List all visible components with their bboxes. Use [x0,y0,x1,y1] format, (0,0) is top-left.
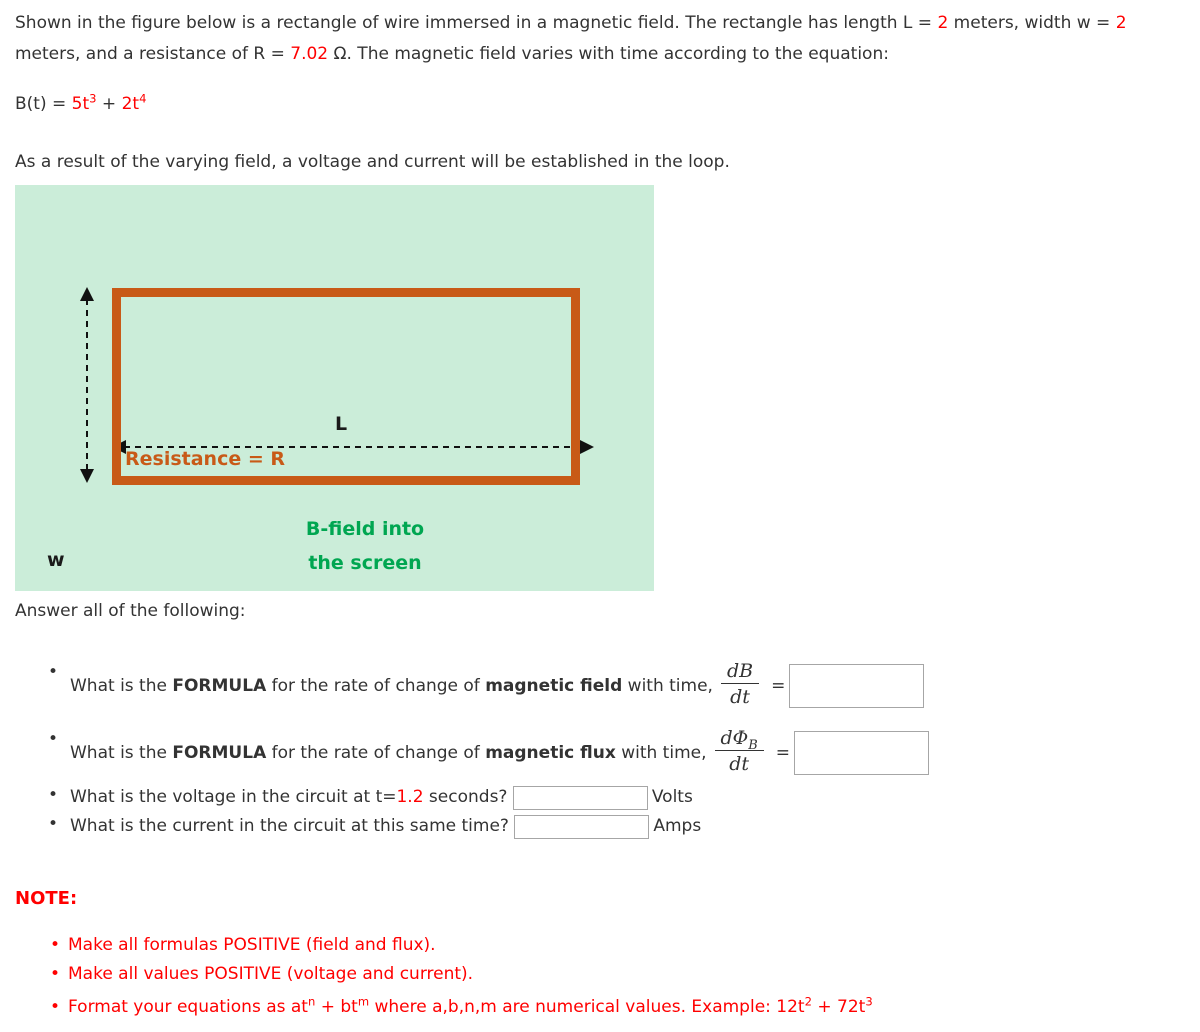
current-unit-label: Amps [653,816,702,836]
note-format-text-1: Format your equations as at [68,997,308,1017]
width-label: w [47,549,65,571]
q3-time-value: 1.2 [396,787,424,807]
magnetic-flux-formula-input[interactable] [793,731,929,775]
dPhiB-dt-denominator: dt [729,753,750,775]
note-format-exp-2: m [357,994,370,1009]
equation-term2-exponent: 4 [139,91,147,106]
dB-dt-fraction: dB dt [720,660,760,708]
dPhi-symbol: dΦ [720,727,749,749]
intro-text-part3: meters, and a resistance of R = [15,44,291,64]
result-statement: As a result of the varying field, a volt… [15,152,730,172]
dPhiB-dt-fraction: dΦB dt [714,727,764,775]
question-voltage: What is the voltage in the circuit at t=… [48,785,693,810]
equation-term1-exponent: 3 [89,91,97,106]
equation-plus-sign: + [96,94,122,114]
voltage-unit-label: Volts [651,787,693,807]
resistance-value: 7.02 [290,44,329,64]
intro-text-part1: Shown in the figure below is a rectangle… [15,13,938,33]
answer-intro: Answer all of the following: [15,601,246,621]
q1-text-2: for the rate of change of [266,676,486,696]
width-dimension-arrow [80,287,94,483]
question-current: What is the current in the circuit at th… [48,814,702,839]
note-bullet-formulas-positive: Make all formulas POSITIVE (field and fl… [50,935,436,955]
dB-dt-numerator: dB [720,660,760,684]
q1-equals-sign: = [771,676,786,696]
q1-text-1: What is the [70,676,173,696]
note-format-text-3: where a,b,n,m are numerical values. Exam… [369,997,805,1017]
q2-bold-1: FORMULA [172,743,267,763]
note-format-exp-3: 2 [804,994,812,1009]
intro-text-part2: meters, width w = [948,13,1116,33]
note-heading: NOTE: [15,888,78,909]
note-format-exp-4: 3 [865,994,873,1009]
voltage-input[interactable] [512,786,648,810]
note-format-text-2: + bt [315,997,358,1017]
magnetic-field-formula-input[interactable] [789,664,925,708]
dPhiB-dt-numerator: dΦB [714,727,764,753]
q2-text-3: with time, [615,743,707,763]
q1-bold-1: FORMULA [172,676,267,696]
phi-subscript-B: B [748,737,758,753]
dB-dt-denominator: dt [730,686,750,708]
q4-text-before: What is the current in the circuit at th… [70,816,509,836]
equation-lhs: B(t) = [15,94,72,114]
q2-text-2: for the rate of change of [266,743,486,763]
bfield-annotation: B-field into the screen [270,512,460,580]
q3-text-before: What is the voltage in the circuit at t= [70,787,397,807]
question-magnetic-flux-formula: What is the FORMULA for the rate of chan… [48,727,929,777]
width-value: 2 [1115,13,1127,33]
note-bullet-format: Format your equations as atn + btm where… [50,994,873,1017]
q1-text-3: with time, [622,676,713,696]
q3-text-after: seconds? [423,787,508,807]
current-input[interactable] [514,815,650,839]
question-magnetic-field-formula: What is the FORMULA for the rate of chan… [48,660,925,710]
bfield-line-2: the screen [308,552,422,574]
q2-bold-2: magnetic flux [485,743,616,763]
circuit-figure: L w Resistance = R B-field into the scree… [15,185,654,591]
length-value: 2 [937,13,949,33]
q2-text-1: What is the [70,743,173,763]
q1-bold-2: magnetic field [485,676,623,696]
equation-term1-coefficient: 5 [71,94,83,114]
resistance-annotation: Resistance = R [125,448,286,470]
problem-statement: Shown in the figure below is a rectangle… [15,8,1195,70]
intro-text-part4: Ω. The magnetic field varies with time a… [328,44,889,64]
note-format-text-4: + 72t [811,997,866,1017]
magnetic-field-equation: B(t) = 5t3 + 2t4 [15,91,147,114]
equation-term2-coefficient: 2 [121,94,133,114]
q2-equals-sign: = [775,743,790,763]
note-bullet-values-positive: Make all values POSITIVE (voltage and cu… [50,964,473,984]
bfield-line-1: B-field into [305,518,425,540]
